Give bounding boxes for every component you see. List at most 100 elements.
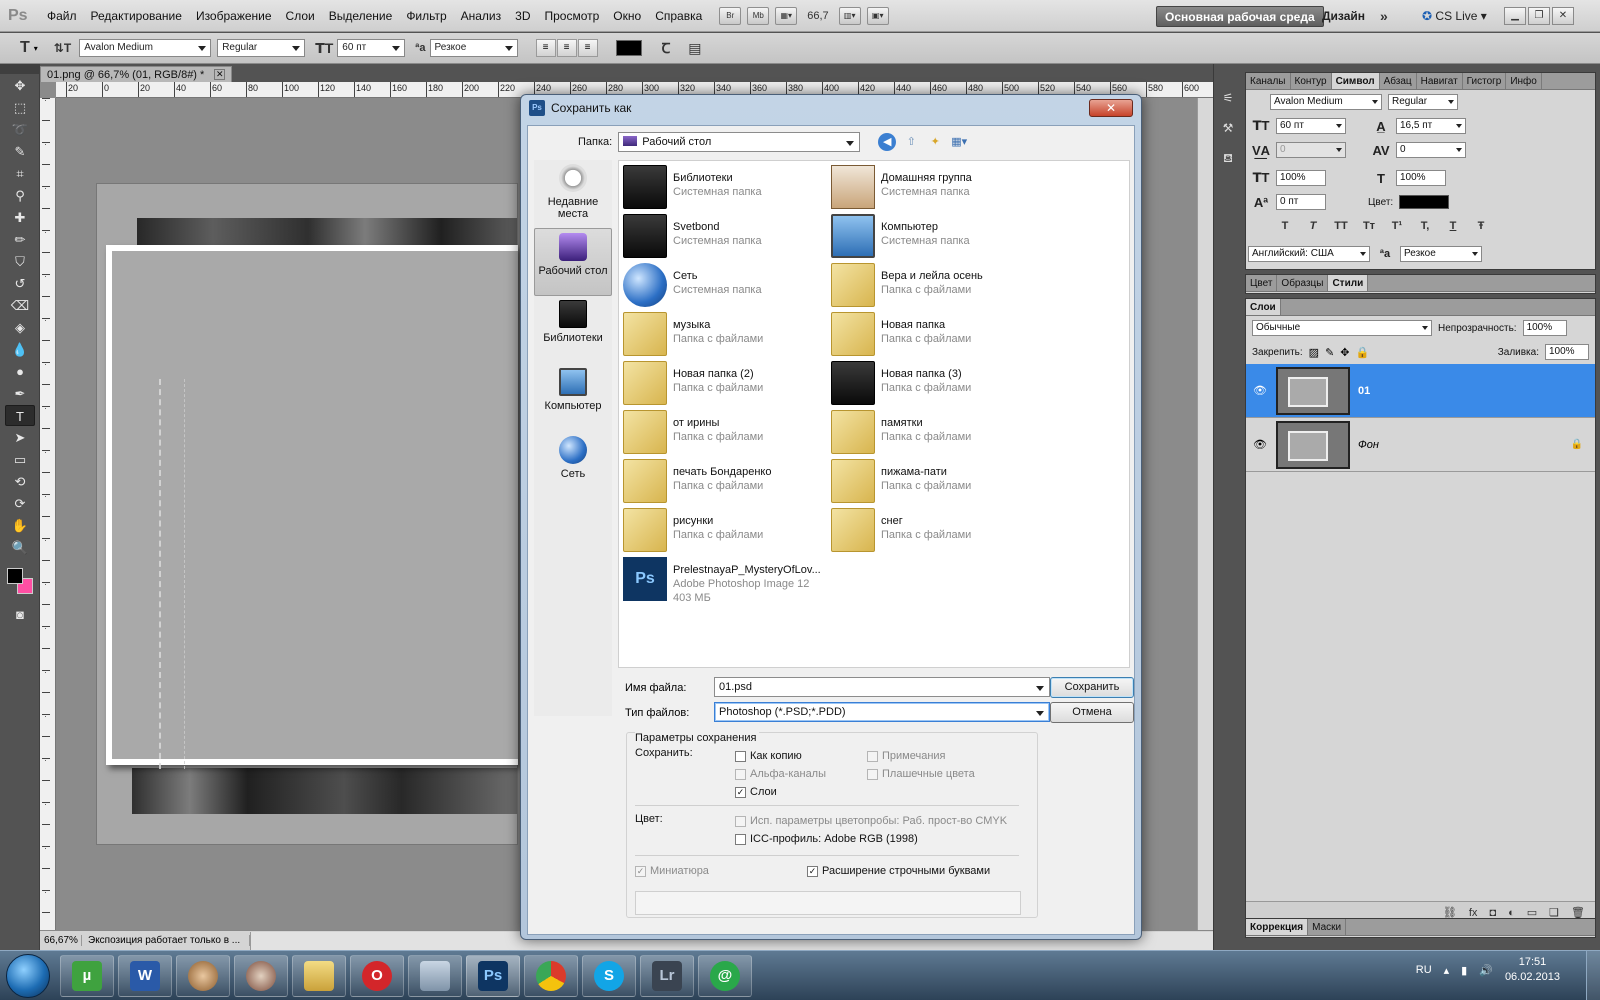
menu-image[interactable]: Изображение: [189, 0, 279, 32]
lock-pixels-icon[interactable]: ✎: [1325, 346, 1334, 359]
vertical-ruler[interactable]: ····················: [40, 98, 56, 950]
layer-mask-icon[interactable]: ◘: [1489, 907, 1496, 919]
tools-panel-grip[interactable]: [0, 64, 39, 74]
zoom-tool-icon[interactable]: 🔍: [5, 537, 35, 558]
up-folder-icon[interactable]: ⇧: [902, 133, 920, 151]
list-item[interactable]: печать Бондаренко Папка с файлами: [623, 459, 823, 505]
list-item[interactable]: Новая папка Папка с файлами: [831, 312, 1031, 358]
cs-live-button[interactable]: ✪ CS Live ▾: [1422, 6, 1487, 27]
cancel-button[interactable]: Отмена: [1050, 702, 1134, 723]
taskbar-photoshop[interactable]: Ps: [466, 954, 520, 997]
blend-mode-select[interactable]: Обычные: [1252, 320, 1432, 336]
notes-checkbox[interactable]: Примечания: [867, 750, 946, 762]
eye-icon[interactable]: 👁: [1252, 384, 1268, 397]
language-indicator[interactable]: RU: [1416, 964, 1432, 976]
tab-character[interactable]: Символ: [1331, 73, 1380, 89]
history-brush-tool-icon[interactable]: ↺: [5, 273, 35, 294]
clone-source-icon[interactable]: ⛾: [1217, 148, 1239, 168]
layer-style-icon[interactable]: fx: [1469, 907, 1478, 919]
pen-tool-icon[interactable]: ✒: [5, 383, 35, 404]
toggle-orientation-icon[interactable]: ⇅T: [54, 41, 71, 55]
list-item[interactable]: рисунки Папка с файлами: [623, 508, 823, 554]
move-tool-icon[interactable]: ✥: [5, 75, 35, 96]
bridge-button[interactable]: Br: [719, 6, 742, 25]
back-icon[interactable]: ◀: [878, 133, 897, 151]
type-tool-icon[interactable]: T: [20, 39, 30, 57]
char-kerning-select[interactable]: 0: [1276, 142, 1346, 158]
taskbar-mail-agent[interactable]: @: [698, 954, 752, 997]
minimize-button[interactable]: ▁: [1504, 7, 1526, 25]
antialias-select[interactable]: Резкое: [429, 39, 518, 57]
fill-input[interactable]: 100%: [1545, 344, 1589, 360]
quick-select-tool-icon[interactable]: ✎: [5, 141, 35, 162]
menu-layers[interactable]: Слои: [279, 0, 322, 32]
as-copy-checkbox[interactable]: Как копию: [735, 750, 802, 762]
tool-presets-icon[interactable]: ⚒: [1217, 118, 1239, 138]
dodge-tool-icon[interactable]: ●: [5, 361, 35, 382]
tab-navigator[interactable]: Навигат: [1417, 73, 1463, 89]
restore-button[interactable]: ❐: [1528, 7, 1550, 25]
layer-row[interactable]: 👁 Фон 🔒: [1246, 418, 1595, 472]
alpha-channels-checkbox[interactable]: Альфа-каналы: [735, 768, 826, 780]
text-color-swatch[interactable]: [615, 40, 642, 56]
clock[interactable]: 17:51 06.02.2013: [1505, 955, 1560, 985]
taskbar-app-4[interactable]: [234, 954, 288, 997]
taskbar-app-3[interactable]: [176, 954, 230, 997]
chevron-right-icon[interactable]: »: [1380, 6, 1388, 27]
tab-swatches[interactable]: Образцы: [1277, 275, 1329, 291]
list-item[interactable]: Новая папка (3) Папка с файлами: [831, 361, 1031, 407]
layer-row[interactable]: 👁 01: [1246, 364, 1595, 418]
brush-presets-icon[interactable]: ⚟: [1217, 88, 1239, 108]
all-caps-button[interactable]: TT: [1332, 220, 1350, 232]
thumbnail-checkbox[interactable]: ✓ Миниатюра: [635, 865, 709, 877]
healing-brush-tool-icon[interactable]: ✚: [5, 207, 35, 228]
file-list[interactable]: Библиотеки Системная папка Домашняя групп…: [618, 160, 1130, 668]
list-item[interactable]: музыка Папка с файлами: [623, 312, 823, 358]
save-button[interactable]: Сохранить: [1050, 677, 1134, 698]
start-button[interactable]: [6, 953, 50, 998]
type-tool-icon[interactable]: T: [5, 405, 35, 426]
tray-arrow-icon[interactable]: ▴: [1444, 964, 1450, 977]
lock-position-icon[interactable]: ✥: [1340, 346, 1349, 359]
arrange-documents-button[interactable]: ▥▾: [838, 6, 861, 25]
status-info[interactable]: Экспозиция работает только в ...: [82, 935, 250, 946]
char-leading-select[interactable]: 16,5 пт: [1396, 118, 1466, 134]
tab-styles[interactable]: Стили: [1328, 275, 1369, 291]
list-item[interactable]: от ирины Папка с файлами: [623, 410, 823, 456]
screen-mode-button[interactable]: ▣▾: [866, 6, 889, 25]
char-language-select[interactable]: Английский: США: [1248, 246, 1370, 262]
place-libraries[interactable]: Библиотеки: [534, 296, 612, 364]
crop-tool-icon[interactable]: ⌗: [5, 163, 35, 184]
spot-colors-checkbox[interactable]: Плашечные цвета: [867, 768, 975, 780]
extras-button[interactable]: ▦▾: [775, 6, 798, 25]
quick-mask-icon[interactable]: ◙: [5, 604, 35, 625]
3d-rotate-tool-icon[interactable]: ⟲: [5, 471, 35, 492]
minibridge-button[interactable]: Mb: [747, 6, 770, 25]
opacity-input[interactable]: 100%: [1522, 320, 1567, 336]
taskbar-utorrent[interactable]: µ: [60, 954, 114, 997]
menu-help[interactable]: Справка: [648, 0, 709, 32]
list-item[interactable]: Библиотеки Системная папка: [623, 165, 823, 211]
eraser-tool-icon[interactable]: ⌫: [5, 295, 35, 316]
taskbar-chrome[interactable]: [524, 954, 578, 997]
menu-select[interactable]: Выделение: [322, 0, 400, 32]
blur-tool-icon[interactable]: 💧: [5, 339, 35, 360]
place-desktop[interactable]: Рабочий стол: [534, 228, 612, 296]
workspace-design-button[interactable]: Дизайн: [1322, 6, 1365, 27]
char-vertical-scale-input[interactable]: 100%: [1276, 170, 1326, 186]
menu-3d[interactable]: 3D: [508, 0, 537, 32]
view-menu-icon[interactable]: ▦▾: [950, 133, 968, 151]
lowercase-extension-checkbox[interactable]: ✓ Расширение строчными буквами: [807, 865, 990, 877]
char-color-swatch[interactable]: [1399, 195, 1450, 209]
new-folder-icon[interactable]: ✦: [926, 133, 944, 151]
adjustment-layer-icon[interactable]: ◐: [1508, 907, 1515, 919]
zoom-level[interactable]: 66,7: [807, 10, 828, 22]
list-item[interactable]: Компьютер Системная папка: [831, 214, 1031, 260]
stamp-tool-icon[interactable]: ⛉: [5, 251, 35, 272]
tab-info[interactable]: Инфо: [1506, 73, 1542, 89]
lasso-tool-icon[interactable]: ➰: [5, 119, 35, 140]
layers-checkbox[interactable]: ✓ Слои: [735, 786, 777, 798]
foreground-color-swatch[interactable]: [7, 568, 23, 584]
marquee-tool-icon[interactable]: ⬚: [5, 97, 35, 118]
font-family-select[interactable]: Avalon Medium: [79, 39, 212, 57]
